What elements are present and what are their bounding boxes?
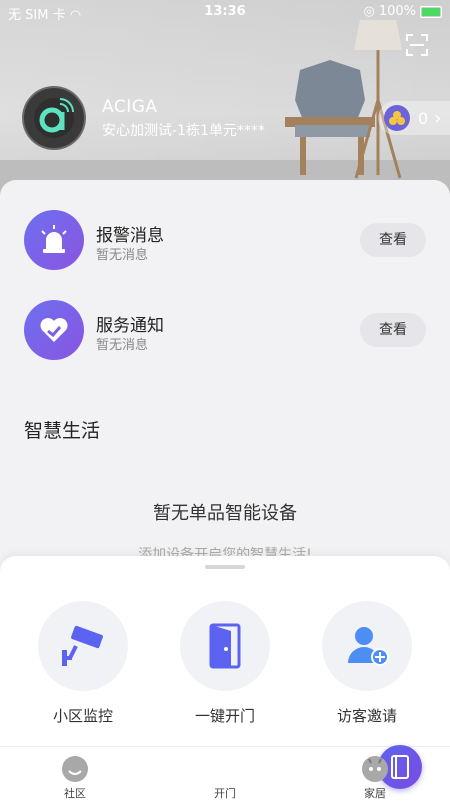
heart-icon — [24, 300, 84, 360]
scan-icon[interactable] — [406, 34, 428, 56]
tab-bar: 社区 开门 家居 — [0, 745, 450, 801]
alarm-message-row[interactable]: 报警消息 暂无消息 查看 — [0, 205, 450, 275]
user-address[interactable]: 安心加测试-1栋1单元**** — [102, 120, 265, 140]
add-person-icon — [322, 601, 412, 691]
service-notice-row[interactable]: 服务通知 暂无消息 查看 — [0, 295, 450, 365]
tab-open-door-label: 开门 — [214, 787, 236, 800]
alarm-message-title: 报警消息 — [96, 226, 164, 246]
alarm-siren-icon — [24, 210, 84, 270]
status-right: ◎ 100% — [363, 4, 442, 19]
lamp-illustration — [354, 20, 402, 179]
chevron-right-icon: › — [434, 107, 442, 129]
smart-life-title: 智慧生活 — [24, 420, 101, 442]
one-click-open-button[interactable]: 一键开门 — [175, 601, 275, 726]
tab-home[interactable]: 家居 — [325, 747, 425, 801]
status-bar: 无 SIM 卡 ◠ 13:36 ◎ 100% — [0, 0, 450, 24]
points-count: 0 — [418, 108, 429, 128]
door-icon — [180, 601, 270, 691]
service-notice-title: 服务通知 — [96, 316, 164, 336]
visitor-invite-button[interactable]: 访客邀请 — [317, 601, 417, 726]
tab-home-label: 家居 — [364, 787, 386, 800]
points-pill[interactable]: 0 › — [378, 101, 450, 135]
community-monitor-button[interactable]: 小区监控 — [33, 601, 133, 726]
avatar[interactable] — [24, 88, 84, 148]
visitor-invite-label: 访客邀请 — [336, 707, 397, 725]
tab-community-label: 社区 — [64, 787, 86, 800]
battery-icon — [420, 5, 442, 18]
battery-percent: 100% — [378, 4, 416, 19]
empty-devices-title: 暂无单品智能设备 — [153, 503, 297, 524]
orientation-lock-icon: ◎ — [363, 4, 375, 19]
one-click-open-label: 一键开门 — [194, 707, 255, 725]
service-notice-subtitle: 暂无消息 — [96, 338, 149, 353]
community-monitor-label: 小区监控 — [52, 707, 113, 725]
surveillance-camera-icon — [38, 601, 128, 691]
alarm-view-button[interactable]: 查看 — [360, 223, 426, 257]
quick-actions-sheet: 小区监控 一键开门 访客邀请 — [0, 556, 450, 746]
community-icon — [62, 756, 88, 782]
app-logo-icon — [34, 98, 74, 138]
tab-open-door[interactable]: 开门 — [175, 745, 422, 801]
service-view-button[interactable]: 查看 — [360, 313, 426, 347]
home-robot-icon — [362, 756, 388, 782]
tab-community[interactable]: 社区 — [25, 747, 125, 801]
alarm-message-subtitle: 暂无消息 — [96, 248, 149, 263]
user-name: ACIGA — [102, 97, 158, 117]
points-coin-icon — [384, 105, 410, 131]
sheet-drag-handle[interactable] — [205, 565, 245, 569]
